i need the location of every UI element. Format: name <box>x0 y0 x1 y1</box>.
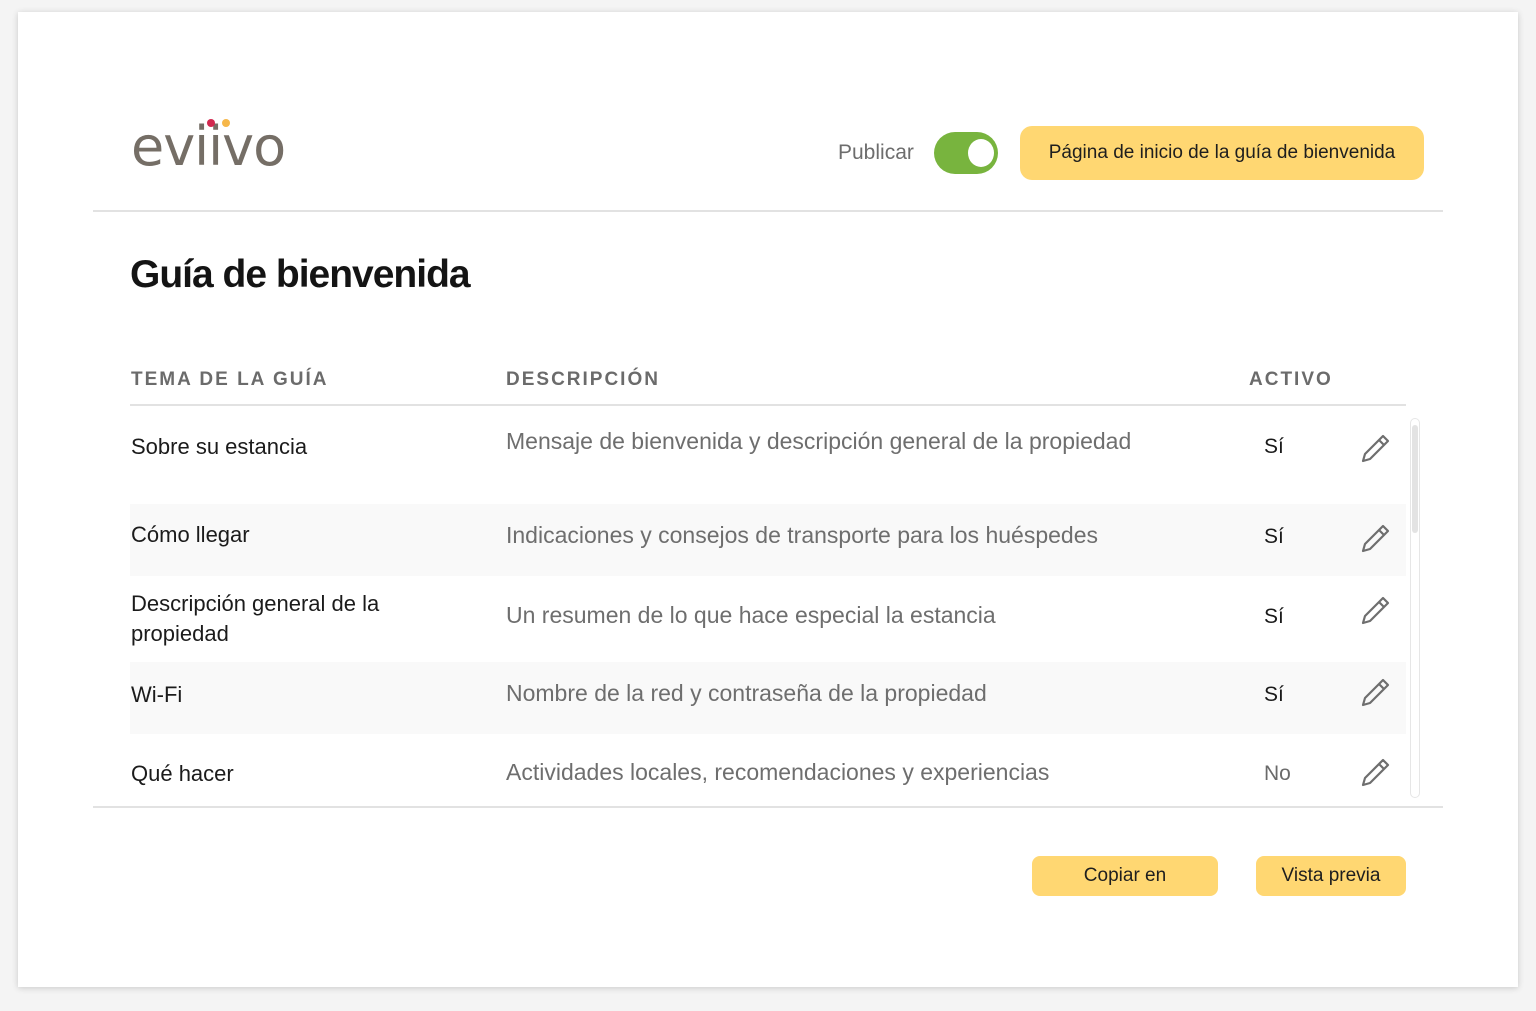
table-row: Descripción general de la propiedad Un r… <box>130 576 1406 648</box>
guide-topic-list: Sobre su estancia Mensaje de bienvenida … <box>130 406 1406 802</box>
table-row: Qué hacer Actividades locales, recomenda… <box>130 734 1406 806</box>
scrollbar-thumb[interactable] <box>1412 425 1418 533</box>
row-topic: Wi-Fi <box>131 682 183 707</box>
footer-divider <box>93 806 1443 808</box>
row-description: Mensaje de bienvenida y descripción gene… <box>506 428 1132 454</box>
pencil-icon[interactable] <box>1358 520 1394 556</box>
logo-dot-yellow <box>222 119 230 127</box>
row-description: Un resumen de lo que hace especial la es… <box>506 602 996 628</box>
toggle-knob <box>968 139 994 167</box>
row-description: Indicaciones y consejos de transporte pa… <box>506 522 1098 548</box>
column-header-description: DESCRIPCIÓN <box>506 369 660 390</box>
row-description: Nombre de la red y contraseña de la prop… <box>506 680 987 706</box>
row-topic: Sobre su estancia <box>131 434 308 459</box>
logo-dot-red <box>207 119 215 127</box>
eviivo-logo: eviivo <box>131 112 286 182</box>
column-header-topic: TEMA DE LA GUÍA <box>131 369 329 390</box>
publish-toggle[interactable] <box>934 132 998 174</box>
page-title: Guía de bienvenida <box>130 253 471 296</box>
preview-button[interactable]: Vista previa <box>1256 856 1406 896</box>
table-row: Wi-Fi Nombre de la red y contraseña de l… <box>130 662 1406 734</box>
welcome-guide-card: eviivo Publicar Página de inicio de la g… <box>18 12 1518 987</box>
pencil-icon[interactable] <box>1358 430 1394 466</box>
row-topic: Qué hacer <box>131 761 234 786</box>
pencil-icon[interactable] <box>1358 674 1394 710</box>
row-active: Sí <box>1264 525 1284 548</box>
column-header-active: ACTIVO <box>1249 369 1333 390</box>
row-active: Sí <box>1264 683 1284 706</box>
row-description: Actividades locales, recomendaciones y e… <box>506 759 1050 785</box>
table-scrollbar[interactable] <box>1410 418 1420 798</box>
table-row: Sobre su estancia Mensaje de bienvenida … <box>130 406 1406 478</box>
row-active: No <box>1264 762 1291 785</box>
header-divider <box>93 210 1443 212</box>
publish-label: Publicar <box>838 141 914 164</box>
row-active: Sí <box>1264 605 1284 628</box>
pencil-icon[interactable] <box>1358 754 1394 790</box>
row-topic: Descripción general de la propiedad <box>131 591 380 646</box>
pencil-icon[interactable] <box>1358 592 1394 628</box>
row-active: Sí <box>1264 435 1284 458</box>
table-row: Cómo llegar Indicaciones y consejos de t… <box>130 504 1406 576</box>
row-topic: Cómo llegar <box>131 522 250 547</box>
copy-to-button[interactable]: Copiar en <box>1032 856 1218 896</box>
welcome-guide-home-button[interactable]: Página de inicio de la guía de bienvenid… <box>1020 126 1424 180</box>
